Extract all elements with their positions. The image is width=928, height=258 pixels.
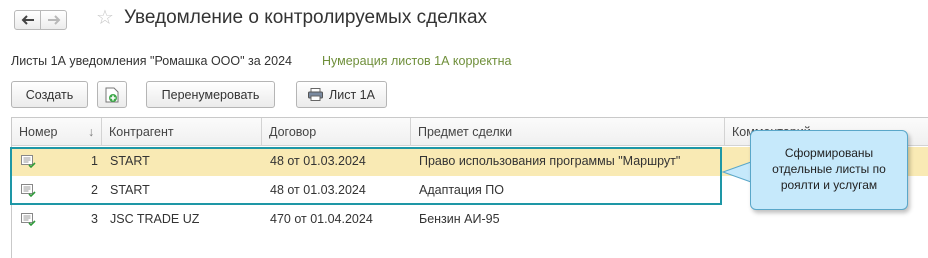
row-number: 3 bbox=[91, 212, 98, 226]
column-counterparty[interactable]: Контрагент bbox=[102, 118, 262, 146]
row-subject: Адаптация ПО bbox=[419, 183, 504, 197]
callout-pointer bbox=[721, 161, 752, 183]
back-button[interactable] bbox=[14, 10, 41, 30]
row-number: 1 bbox=[91, 154, 98, 168]
column-contract[interactable]: Договор bbox=[262, 118, 411, 146]
favorite-star-icon[interactable]: ☆ bbox=[96, 6, 114, 30]
create-button-label: Создать bbox=[25, 87, 74, 102]
add-copy-button[interactable] bbox=[97, 81, 127, 108]
row-subject: Бензин АИ-95 bbox=[419, 212, 500, 226]
arrow-left-icon bbox=[21, 15, 34, 25]
column-number[interactable]: Номер ↓ bbox=[12, 118, 102, 146]
renumber-button[interactable]: Перенумеровать bbox=[146, 81, 275, 108]
numbering-status: Нумерация листов 1А корректна bbox=[322, 54, 512, 68]
sort-down-arrow-icon: ↓ bbox=[88, 125, 95, 139]
subtitle: Листы 1А уведомления "Ромашка ООО" за 20… bbox=[11, 54, 292, 68]
row-number: 2 bbox=[91, 183, 98, 197]
printer-icon bbox=[308, 88, 324, 101]
forward-button[interactable] bbox=[40, 10, 67, 30]
page-title: Уведомление о контролируемых сделках bbox=[124, 7, 488, 28]
print-sheet-label: Лист 1А bbox=[329, 87, 375, 102]
row-contract: 48 от 01.03.2024 bbox=[270, 154, 366, 168]
row-contract: 470 от 01.04.2024 bbox=[270, 212, 373, 226]
renumber-button-label: Перенумеровать bbox=[161, 87, 260, 102]
row-subject: Право использования программы "Маршрут" bbox=[419, 154, 681, 168]
column-subject[interactable]: Предмет сделки bbox=[411, 118, 725, 146]
row-counterparty: START bbox=[110, 154, 150, 168]
callout-pointer-join bbox=[752, 158, 756, 186]
callout-text: Сформированы отдельные листы по роялти и… bbox=[772, 146, 886, 192]
callout-note: Сформированы отдельные листы по роялти и… bbox=[750, 130, 908, 210]
add-document-icon bbox=[105, 87, 119, 102]
arrow-right-icon bbox=[47, 15, 60, 25]
row-counterparty: JSC TRADE UZ bbox=[110, 212, 200, 226]
row-counterparty: START bbox=[110, 183, 150, 197]
row-contract: 48 от 01.03.2024 bbox=[270, 183, 366, 197]
print-sheet-button[interactable]: Лист 1А bbox=[296, 81, 387, 108]
create-button[interactable]: Создать bbox=[11, 81, 88, 108]
